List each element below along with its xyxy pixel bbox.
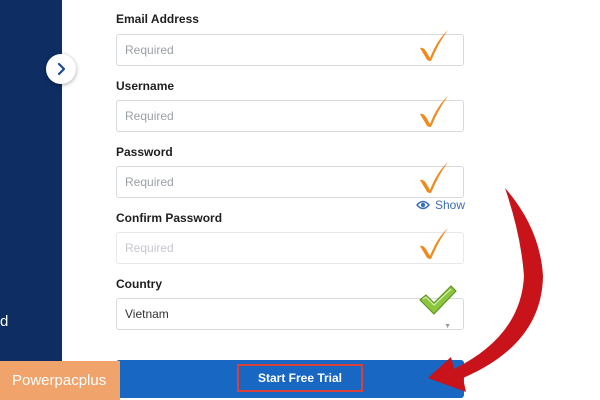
country-label: Country	[116, 277, 162, 291]
show-password-label: Show	[435, 198, 466, 212]
eye-icon	[416, 200, 430, 210]
checkmark-icon	[420, 162, 448, 193]
powerpacplus-watermark: Powerpacplus	[0, 361, 120, 400]
select-caret-icon: ▼	[444, 323, 451, 330]
chevron-right-icon	[57, 62, 66, 76]
checkmark-icon	[419, 285, 457, 315]
confirm-password-field[interactable]: Required	[116, 232, 464, 264]
checkmark-icon	[420, 228, 448, 259]
collapse-toggle-button[interactable]	[46, 54, 76, 84]
checkmark-icon	[420, 30, 448, 61]
password-label: Password	[116, 145, 173, 159]
password-field[interactable]: Required	[116, 166, 464, 198]
country-select-value: Vietnam	[125, 307, 169, 321]
country-select[interactable]: Vietnam ▼	[116, 298, 464, 330]
start-free-trial-button[interactable]: Start Free Trial	[116, 360, 464, 398]
sidebar-partial-text: d	[0, 313, 9, 330]
email-field[interactable]: Required	[116, 34, 464, 66]
username-label: Username	[116, 79, 175, 93]
show-password-toggle[interactable]: Show	[416, 198, 465, 212]
username-field[interactable]: Required	[116, 100, 464, 132]
confirm-password-label: Confirm Password	[116, 211, 223, 225]
checkmark-icon	[420, 96, 448, 127]
email-label: Email Address	[116, 12, 199, 26]
start-free-trial-label: Start Free Trial	[237, 364, 363, 392]
